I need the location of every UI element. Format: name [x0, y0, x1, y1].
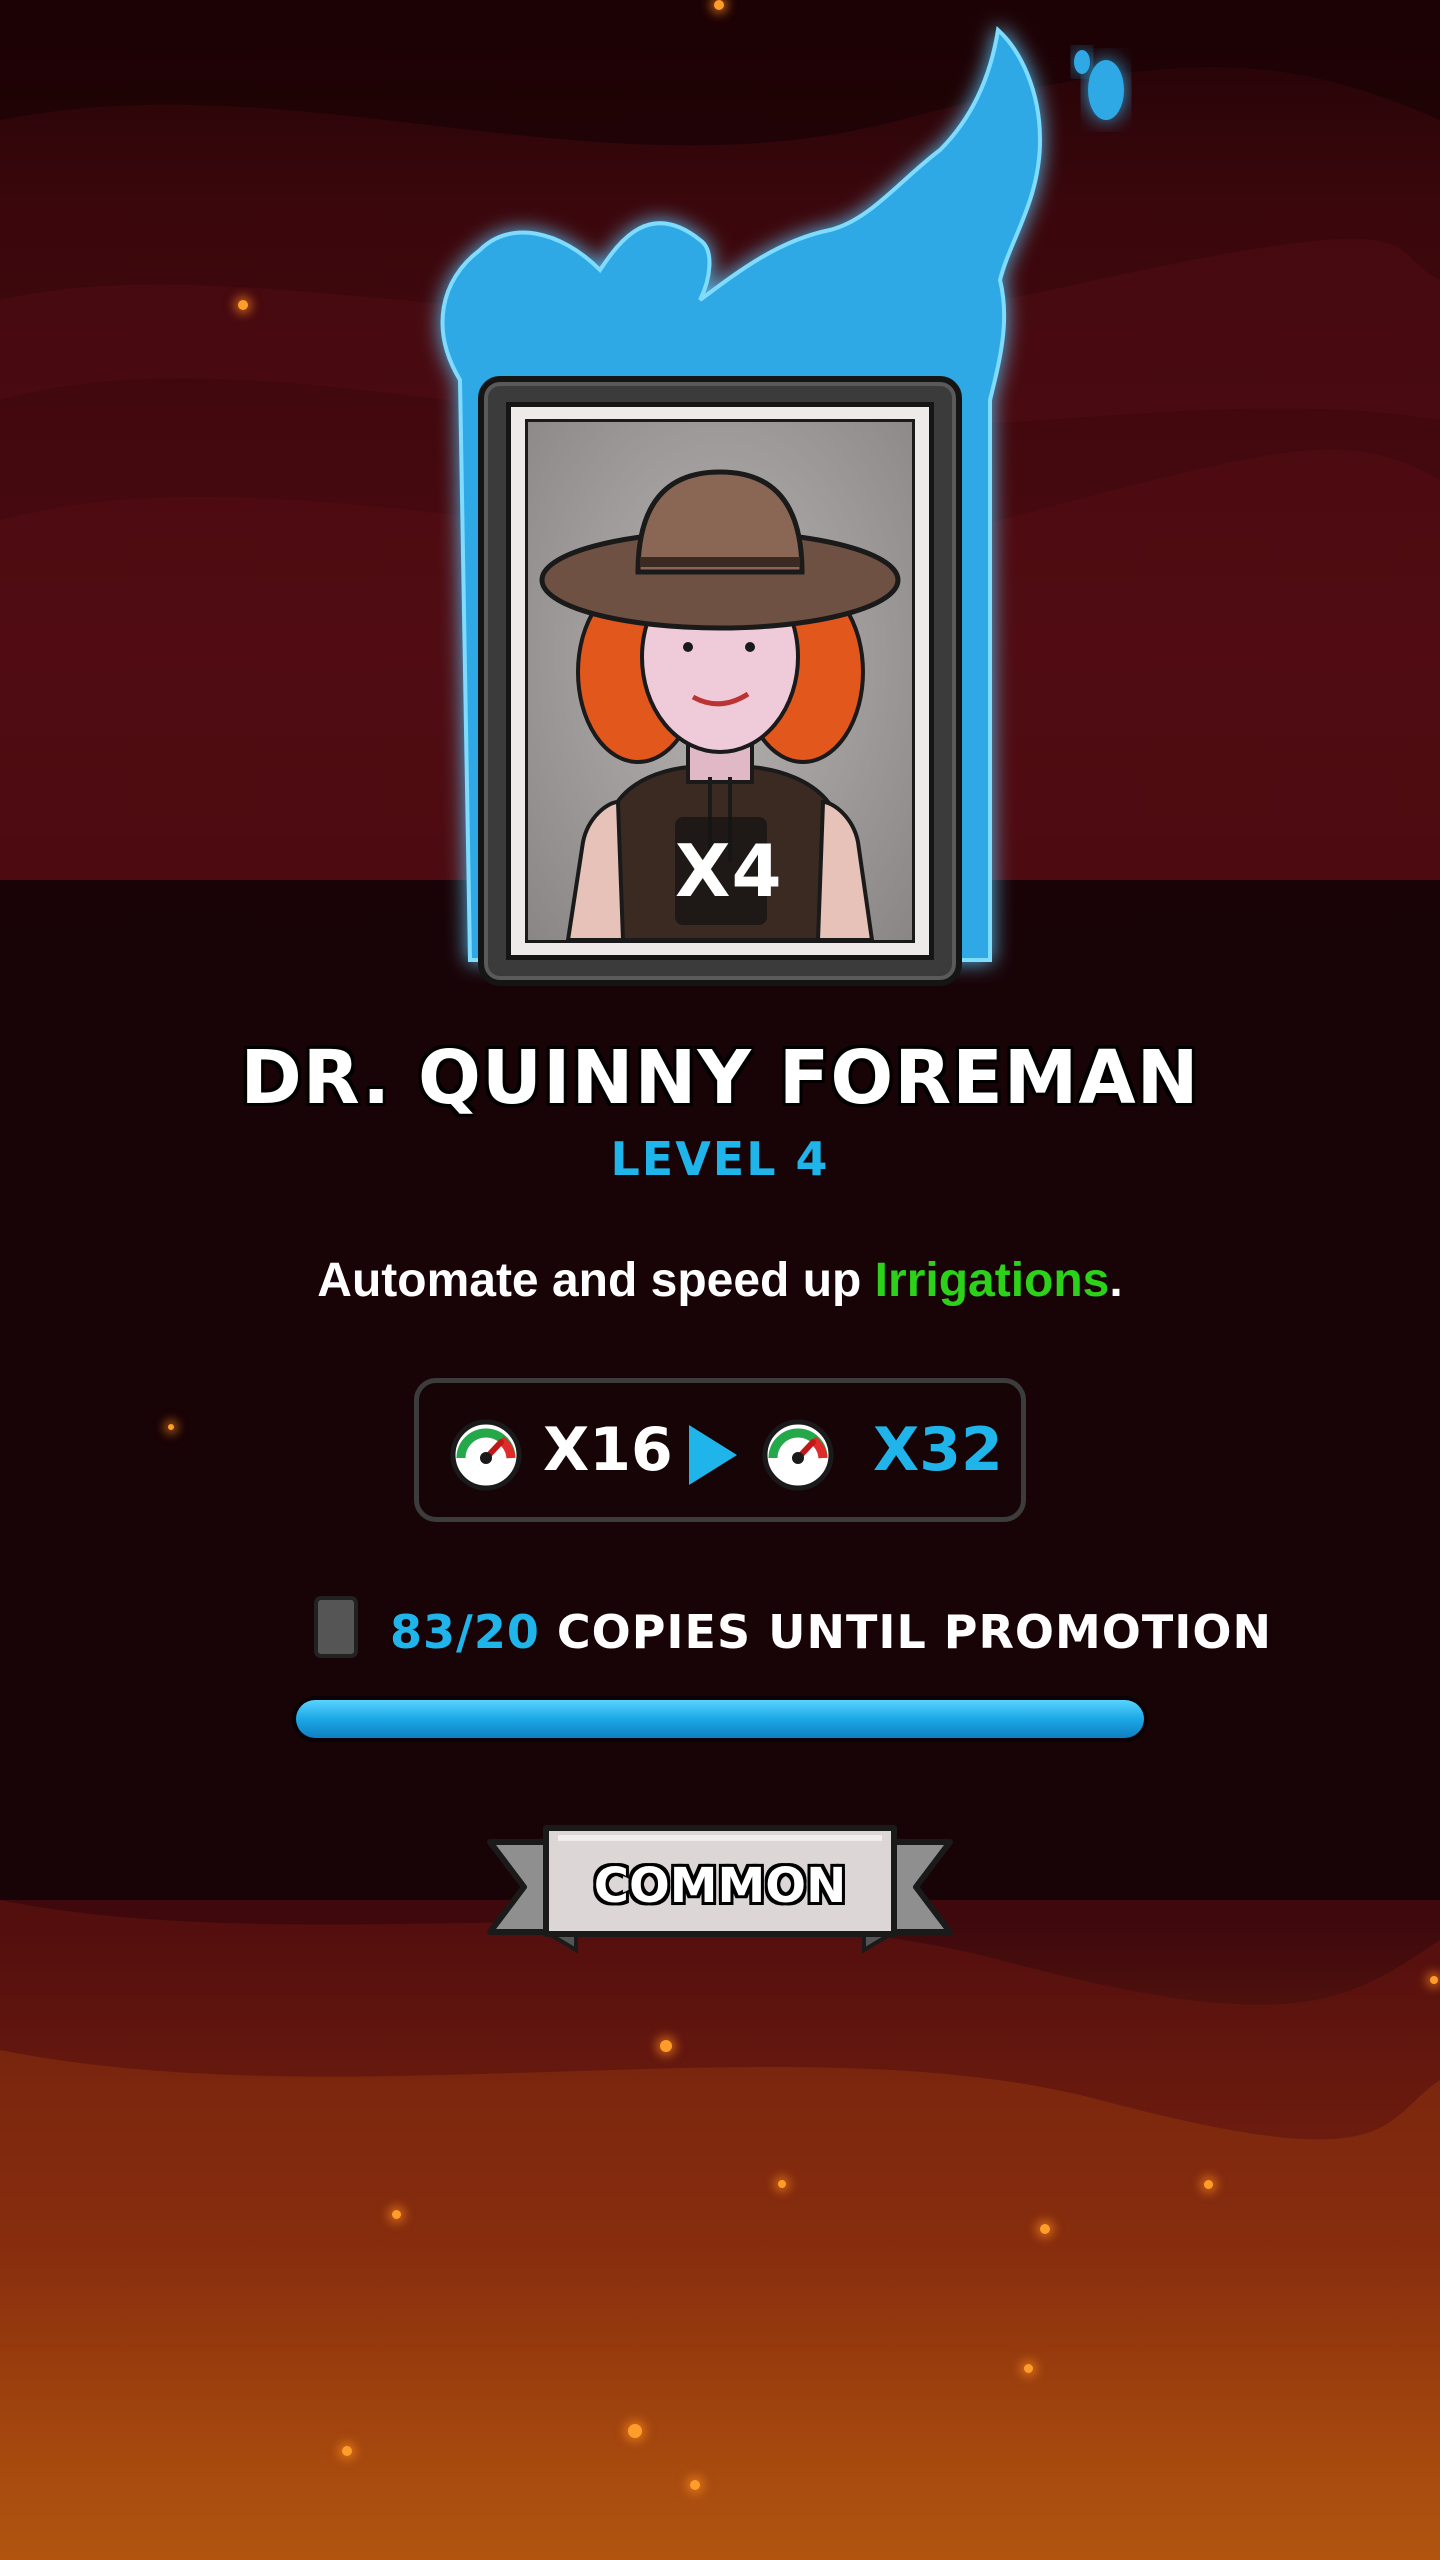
next-speed-value: X32 — [873, 1415, 1003, 1485]
description-highlight: Irrigations — [874, 1254, 1110, 1307]
rarity-label: COMMON — [593, 1858, 847, 1914]
ember-spark — [778, 2180, 786, 2188]
ember-spark — [1024, 2364, 1033, 2373]
description-end: . — [1109, 1254, 1123, 1307]
ember-spark — [628, 2424, 642, 2438]
promotion-progress-bar — [292, 1696, 1148, 1742]
ember-spark — [1204, 2180, 1213, 2189]
ember-spark — [392, 2210, 401, 2219]
progress-bar-fill — [296, 1700, 1144, 1738]
arrow-right-icon — [689, 1425, 737, 1485]
card-count-badge: X4 — [675, 817, 782, 925]
description-text: Automate and speed up — [317, 1254, 875, 1307]
card-copies-icon — [314, 1596, 358, 1658]
card-frame: X4 — [506, 402, 934, 960]
copies-label: COPIES UNTIL PROMOTION — [556, 1605, 1272, 1659]
upgrade-stat-box: X16 X32 — [414, 1378, 1026, 1522]
character-level: LEVEL 4 — [610, 1132, 830, 1186]
ability-description: Automate and speed up Irrigations. — [0, 1253, 1440, 1308]
ember-spark — [1430, 1976, 1438, 1984]
speed-gauge-icon — [762, 1419, 834, 1491]
ember-spark — [168, 1424, 174, 1430]
promotion-progress-text: 83/20 COPIES UNTIL PROMOTION — [390, 1596, 1272, 1668]
ember-spark — [660, 2040, 672, 2052]
ember-spark — [342, 2446, 352, 2456]
speed-gauge-icon — [450, 1419, 522, 1491]
character-name: DR. QUINNY FOREMAN — [240, 1035, 1200, 1121]
ember-spark — [690, 2480, 700, 2490]
copies-count: 83/20 — [390, 1605, 540, 1659]
ember-spark — [1040, 2224, 1050, 2234]
current-speed-value: X16 — [543, 1415, 673, 1485]
character-card[interactable]: X4 — [478, 376, 962, 986]
character-portrait: X4 — [525, 419, 915, 943]
